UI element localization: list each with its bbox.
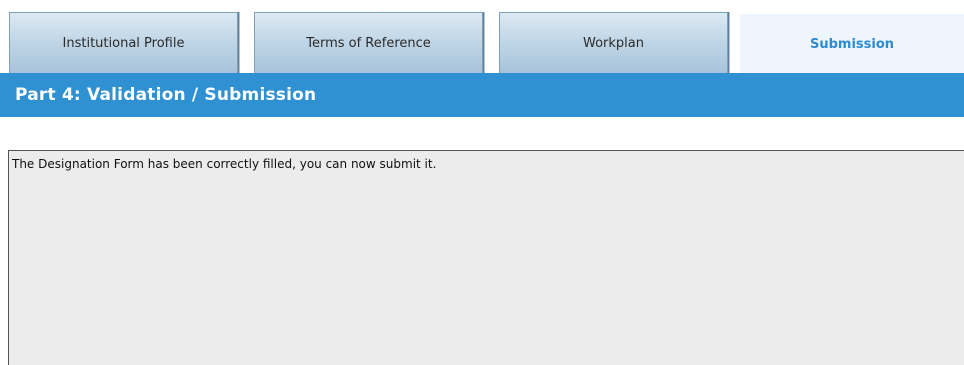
tab-bar: Institutional Profile Terms of Reference… — [0, 0, 964, 74]
tab-terms-of-reference[interactable]: Terms of Reference — [254, 12, 483, 73]
tab-workplan[interactable]: Workplan — [499, 12, 728, 73]
tab-submission[interactable]: Submission — [740, 14, 964, 74]
tab-label: Terms of Reference — [306, 35, 431, 51]
tab-label: Submission — [809, 36, 895, 52]
section-title: Part 4: Validation / Submission — [15, 85, 317, 105]
section-header: Part 4: Validation / Submission — [0, 73, 964, 117]
validation-message-box: The Designation Form has been correctly … — [8, 150, 964, 365]
tab-institutional-profile[interactable]: Institutional Profile — [9, 12, 238, 73]
tab-label: Workplan — [583, 35, 644, 51]
tab-label: Institutional Profile — [62, 35, 185, 51]
validation-message: The Designation Form has been correctly … — [12, 157, 437, 171]
designation-form-page: Institutional Profile Terms of Reference… — [0, 0, 964, 365]
